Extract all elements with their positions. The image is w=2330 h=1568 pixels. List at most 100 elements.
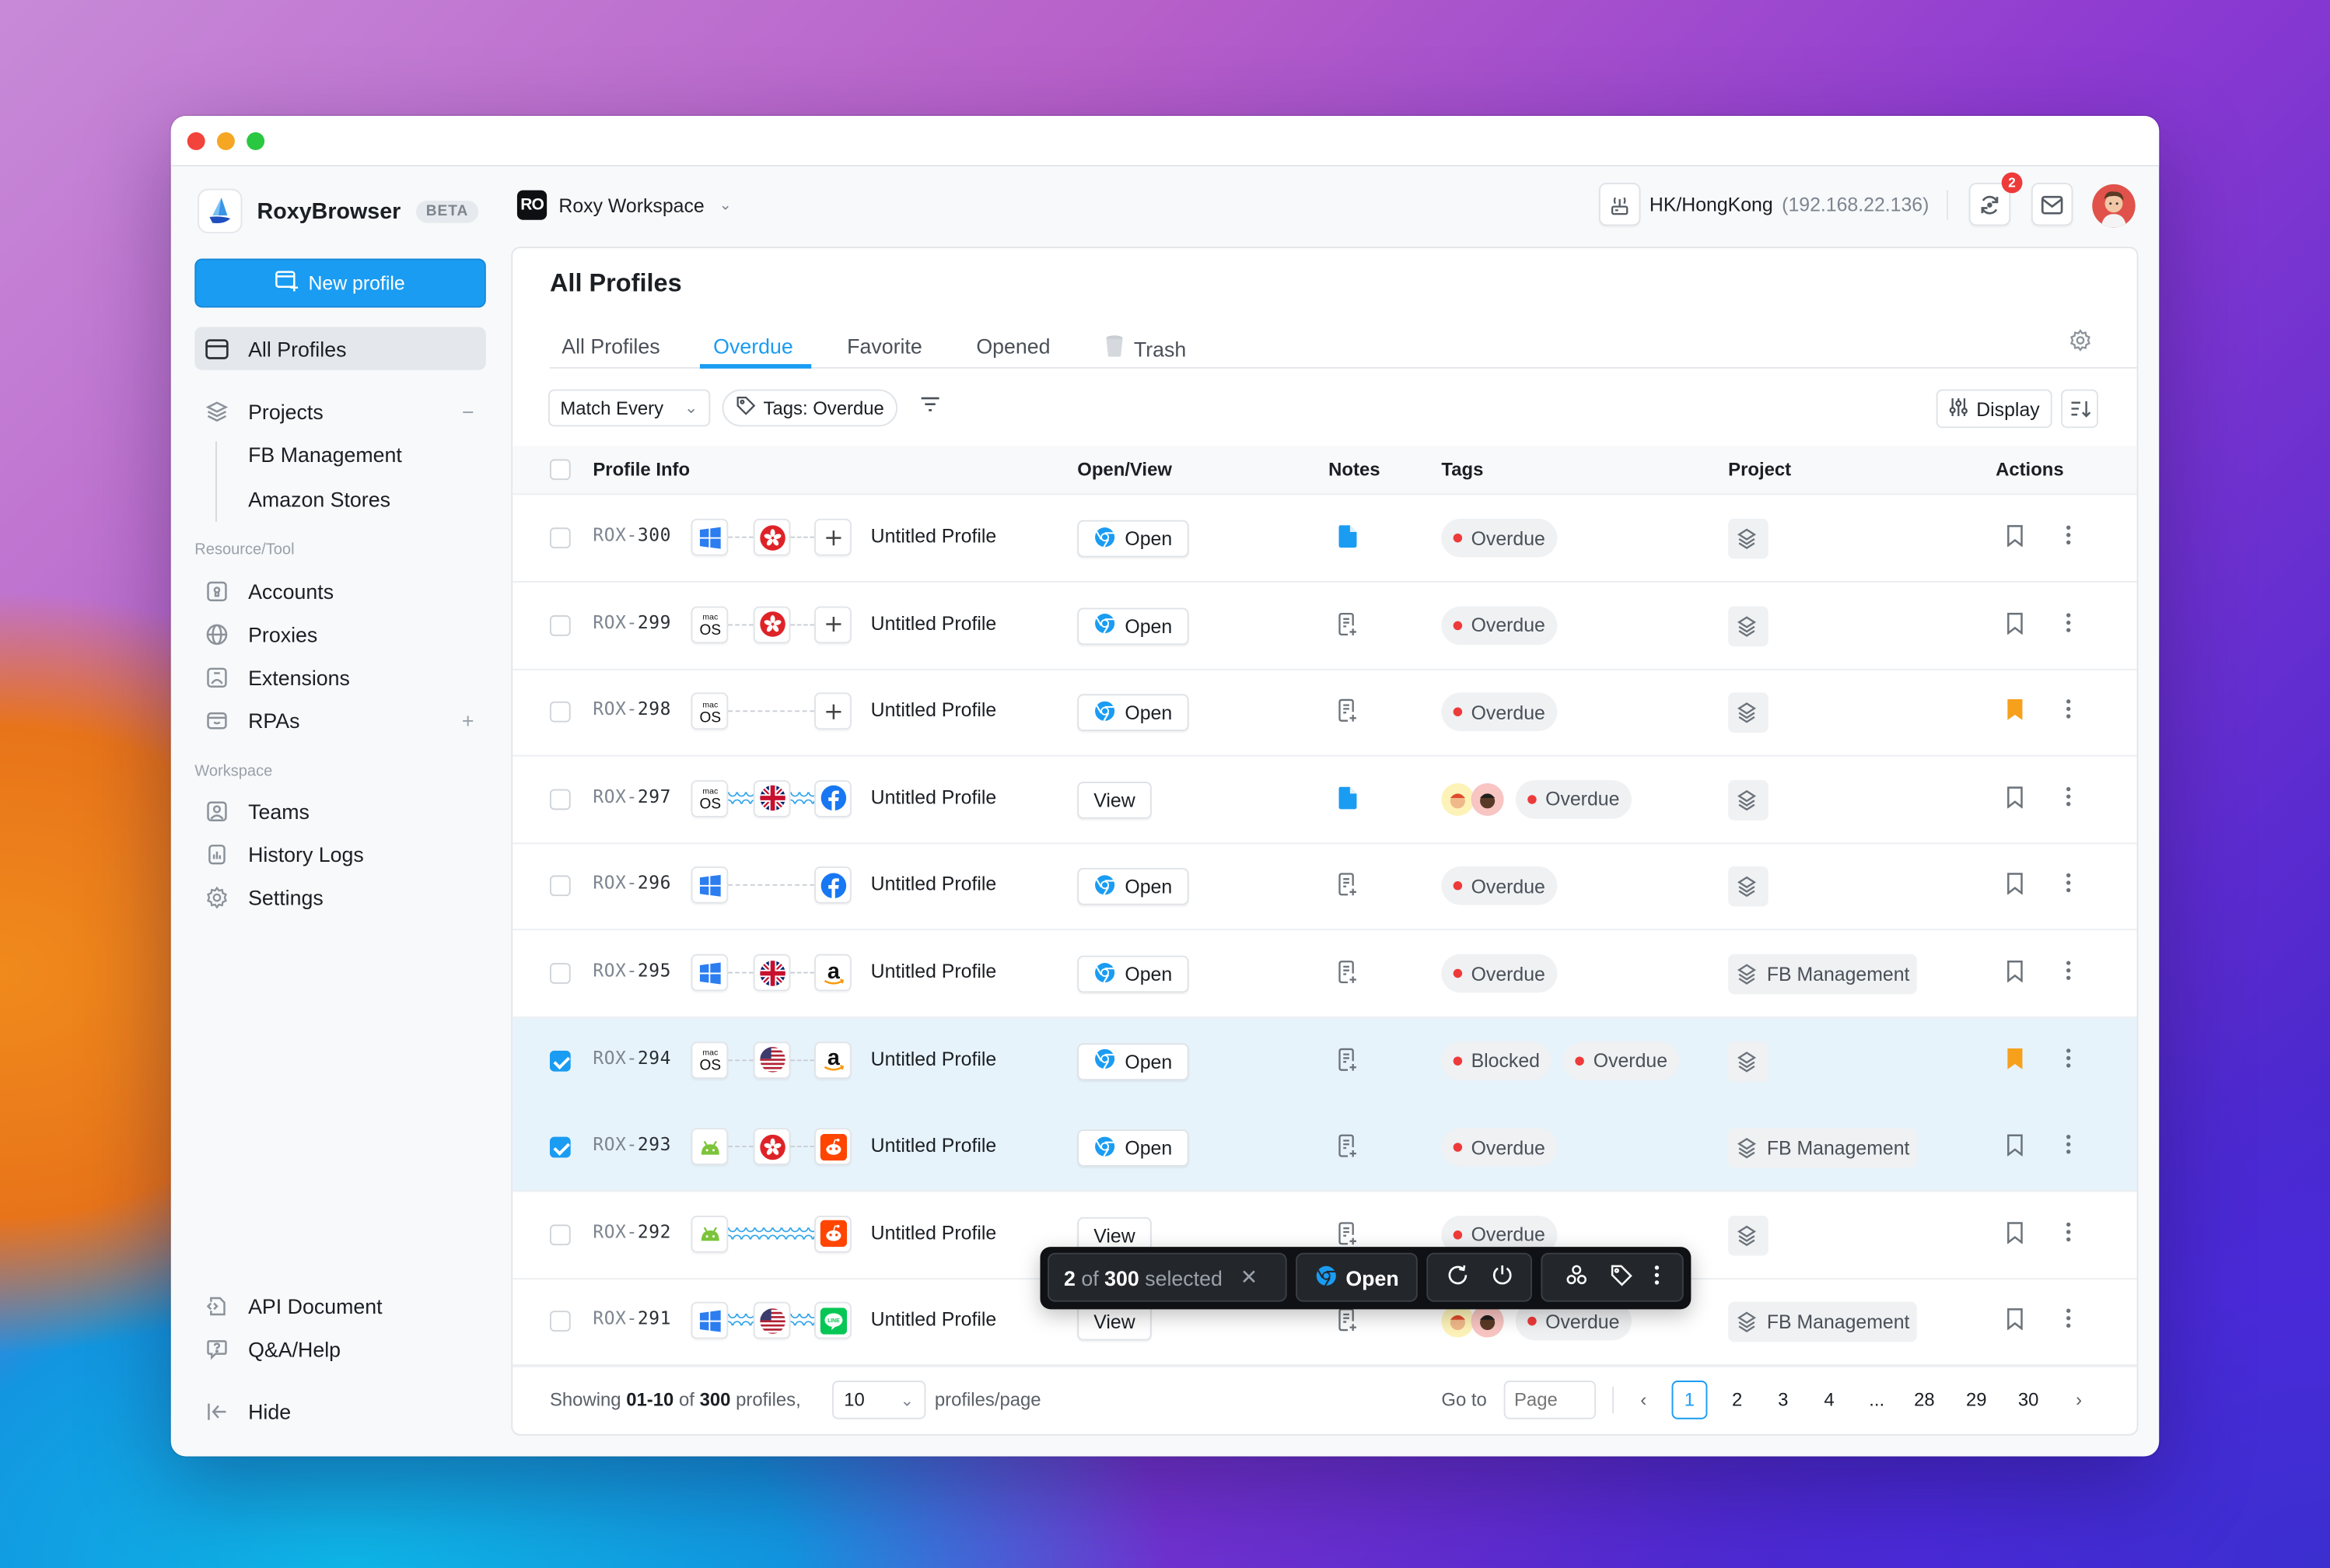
add-note-icon[interactable] [1338,1047,1359,1075]
tag-badge[interactable]: Overdue [1441,518,1558,558]
table-row[interactable]: ROX-294 mac OS a Untitled Profile Open Blo… [513,1017,2137,1105]
minimize-window-button[interactable] [216,132,235,150]
add-platform-icon[interactable] [814,605,852,643]
note-filled-icon[interactable] [1338,786,1359,814]
table-row[interactable]: ROX-295 a Untitled Profile Open Overdue … [513,930,2137,1018]
tab-settings-button[interactable] [2069,328,2093,359]
add-note-icon[interactable] [1338,1134,1359,1162]
project-badge[interactable] [1728,518,1768,559]
project-badge[interactable]: FB Management [1728,1302,1918,1343]
add-note-icon[interactable] [1338,611,1359,639]
sidebar-project-amazon-stores[interactable]: Amazon Stores [248,488,390,512]
tab-opened[interactable]: Opened [976,334,1050,359]
add-platform-icon[interactable] [814,692,852,730]
tab-favorite[interactable]: Favorite [847,334,922,359]
open-profile-button[interactable]: Open [1077,520,1189,558]
row-more-icon[interactable] [2066,873,2072,898]
add-note-icon[interactable] [1338,698,1359,726]
clear-selection-button[interactable]: ✕ [1240,1265,1258,1290]
refresh-icon[interactable] [1445,1263,1469,1291]
project-badge[interactable] [1728,692,1768,733]
table-row[interactable]: ROX-298 mac OS Untitled Profile Open Over… [513,669,2137,757]
goto-page-input[interactable] [1503,1381,1597,1419]
power-icon[interactable] [1489,1263,1513,1291]
sidebar-item-extensions[interactable]: Extensions [194,656,485,698]
row-more-icon[interactable] [2066,960,2072,985]
sort-button[interactable] [2061,389,2098,429]
member-avatar[interactable] [1471,1305,1504,1339]
sidebar-item-proxies[interactable]: Proxies [194,612,485,655]
page-button[interactable]: 28 [1906,1381,1942,1419]
open-profile-button[interactable]: Open [1077,694,1189,732]
per-page-select[interactable]: 10 ⌄ [831,1381,926,1419]
row-more-icon[interactable] [2066,786,2072,810]
row-more-icon[interactable] [2066,524,2072,549]
profile-name[interactable]: Untitled Profile [871,1221,997,1244]
sidebar-item-all-profiles[interactable]: All Profiles [194,327,486,370]
row-more-icon[interactable] [2066,1221,2072,1246]
more-vertical-icon[interactable] [1654,1265,1660,1290]
page-button[interactable]: 3 [1765,1381,1801,1419]
match-mode-select[interactable]: Match Every ⌄ [548,389,710,427]
profile-name[interactable]: Untitled Profile [871,873,997,895]
tab-overdue[interactable]: Overdue [713,334,793,359]
select-all-checkbox[interactable] [549,459,571,481]
table-row[interactable]: ROX-293 Untitled Profile Open Overdue FB… [513,1104,2137,1192]
tag-badge[interactable]: Overdue [1441,866,1558,906]
collapse-projects-button[interactable]: − [462,399,474,423]
tag-badge[interactable]: Overdue [1441,954,1558,993]
profile-name[interactable]: Untitled Profile [871,1134,997,1157]
column-header-project[interactable]: Project [1728,459,1791,480]
row-checkbox[interactable] [549,789,571,810]
maximize-window-button[interactable] [247,132,265,150]
project-badge[interactable]: FB Management [1728,954,1918,995]
sidebar-item-settings[interactable]: Settings [194,875,485,918]
tab-trash[interactable]: Trash [1104,334,1186,362]
table-row[interactable]: ROX-296 Untitled Profile Open Overdue [513,843,2137,931]
bookmark-icon[interactable] [2006,786,2024,812]
view-profile-button[interactable]: View [1077,781,1152,819]
row-more-icon[interactable] [2066,1308,2072,1333]
sidebar-project-fb-management[interactable]: FB Management [248,443,402,467]
add-note-icon[interactable] [1338,873,1359,901]
column-header-profile-info[interactable]: Profile Info [593,459,690,480]
row-checkbox[interactable] [549,1311,571,1332]
tab-all-profiles[interactable]: All Profiles [562,334,659,359]
add-note-icon[interactable] [1338,960,1359,988]
row-checkbox[interactable] [549,1224,571,1245]
proxy-indicator[interactable]: HK/HongKong (192.168.22.136) [1598,183,1929,226]
table-row[interactable]: ROX-299 mac OS Untitled Profile Open Over… [513,582,2137,670]
display-button[interactable]: Display [1936,389,2052,429]
table-row[interactable]: ROX-297 mac OS Untitled Profile View Over… [513,756,2137,844]
open-profile-button[interactable]: Open [1077,1042,1189,1080]
sidebar-item-projects[interactable]: Projects − [194,390,485,432]
close-window-button[interactable] [187,132,205,150]
page-button[interactable]: 30 [2010,1381,2046,1419]
tag-badge[interactable]: Overdue [1441,692,1558,732]
project-badge[interactable] [1728,605,1768,646]
member-avatar[interactable] [1441,782,1475,816]
bookmark-icon[interactable] [2006,873,2024,899]
user-avatar[interactable] [2092,184,2136,228]
member-avatar[interactable] [1471,782,1504,816]
bookmark-icon[interactable] [2006,1308,2024,1335]
add-rpa-button[interactable]: + [462,708,474,732]
profile-name[interactable]: Untitled Profile [871,1047,997,1069]
tag-badge[interactable]: Blocked [1441,1041,1552,1080]
page-button[interactable]: 29 [1958,1381,1994,1419]
tag-filter-chip[interactable]: Tags: Overdue [722,389,898,427]
sidebar-item-history-logs[interactable]: History Logs [194,832,485,875]
column-header-notes[interactable]: Notes [1328,459,1380,480]
bookmark-icon[interactable] [2006,524,2024,551]
tag-badge[interactable]: Overdue [1441,605,1558,645]
page-button[interactable]: 2 [1720,1381,1755,1419]
column-header-actions[interactable]: Actions [1996,459,2064,480]
project-badge[interactable] [1728,1041,1768,1082]
row-more-icon[interactable] [2066,698,2072,723]
messages-button[interactable] [2031,183,2073,226]
profile-name[interactable]: Untitled Profile [871,1308,997,1331]
add-platform-icon[interactable] [814,518,852,556]
member-avatar[interactable] [1441,1305,1475,1339]
open-profile-button[interactable]: Open [1077,1129,1189,1167]
workspace-switcher[interactable]: RO Roxy Workspace ⌄ [516,190,732,220]
